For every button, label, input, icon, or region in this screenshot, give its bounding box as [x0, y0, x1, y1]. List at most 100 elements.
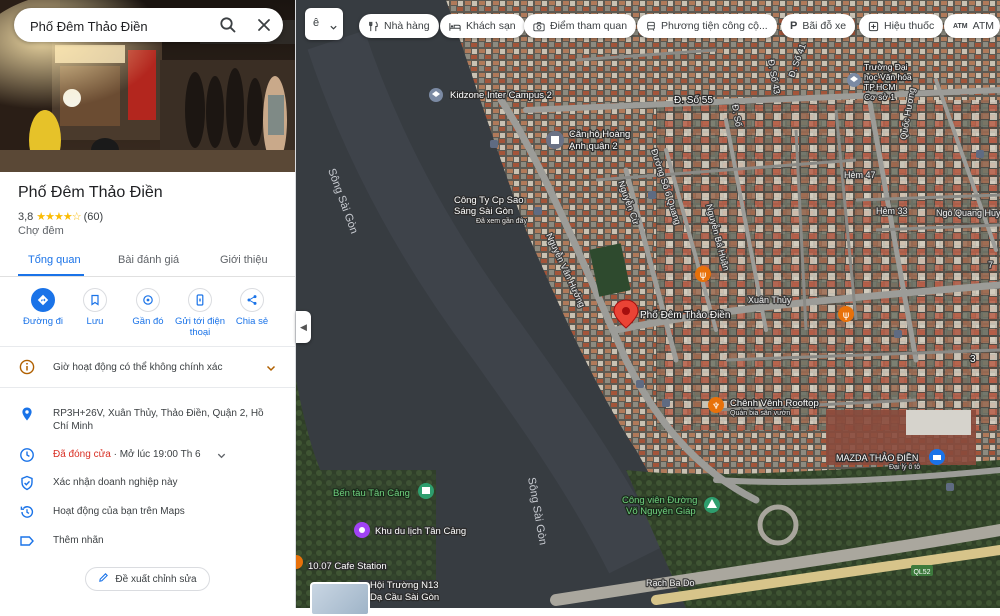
search-icon[interactable]	[218, 15, 238, 35]
map-label-road-hem47: Hẻm 47	[844, 170, 876, 180]
save-label: Lưu	[86, 316, 104, 327]
chevron-down-icon	[265, 361, 277, 379]
map-label-canho-line2[interactable]: Anh quận 2	[568, 140, 619, 154]
chip-pharmacy[interactable]: Hiệu thuốc	[859, 14, 944, 38]
map-label-congty-line2[interactable]: Sáng Sài Gòn	[453, 205, 515, 219]
attraction-marker-icon[interactable]	[354, 522, 370, 538]
map-label-road-rachbado: Rạch Ba Do	[646, 578, 695, 588]
chip-attractions[interactable]: Điểm tham quan	[524, 14, 637, 38]
map-label-mazda-line1[interactable]: MAZDA THẢO ĐIỀN	[835, 451, 920, 465]
map-label-chenhvenh-line2: Quán bia sân vườn	[730, 410, 790, 417]
nearby-label: Gần đó	[132, 316, 164, 327]
hours-warning-row[interactable]: Giờ hoạt động có thể không chính xác	[0, 355, 295, 381]
map-label-mazda-line2: Đại lý ô tô	[889, 464, 920, 471]
school-marker-icon[interactable]	[429, 88, 443, 102]
park-marker-icon[interactable]	[704, 497, 720, 513]
map-label-truong-line1[interactable]: Trường Đại	[863, 61, 909, 74]
chip-hotels[interactable]: Khách sạn	[440, 14, 525, 38]
svg-text:♆: ♆	[712, 402, 720, 412]
chevron-down-icon	[216, 448, 227, 466]
bookmark-icon	[83, 288, 107, 312]
map-label-khudulich[interactable]: Khu du lịch Tân Cảng	[374, 525, 468, 539]
map-label-congty-recent: Đã xem gần đây	[476, 216, 527, 225]
bar-marker-icon[interactable]: ♆	[708, 397, 724, 413]
chip-transit[interactable]: Phương tiện công cộ...	[637, 14, 777, 38]
maps-activity-text: Hoạt động của bạn trên Maps	[53, 506, 185, 517]
school-marker-icon[interactable]	[847, 73, 861, 87]
map-label-hoitruong-line2[interactable]: Dạ Cầu Sài Gòn	[369, 591, 441, 605]
atm-icon: ATM	[953, 22, 968, 30]
camera-icon	[533, 21, 545, 31]
review-count[interactable]: (60)	[84, 211, 104, 223]
tab-overview[interactable]: Tổng quan	[28, 254, 81, 266]
map-label-truong-line2[interactable]: học Văn hóa	[863, 71, 914, 84]
claim-business-text: Xác nhận doanh nghiệp này	[53, 477, 178, 488]
collapse-panel-button[interactable]: ◀	[296, 311, 311, 343]
map-label-congty-line1[interactable]: Công Ty Cp Sao	[453, 194, 525, 208]
suggest-edit-label: Đề xuất chỉnh sửa	[115, 573, 197, 585]
map-label-hoitruong-line1[interactable]: Hội Trường N13	[369, 579, 440, 593]
chip-label: Bãi đỗ xe	[802, 20, 847, 32]
section-divider	[0, 387, 295, 388]
map-label-cafe[interactable]: 10.07 Cafe Station	[307, 560, 388, 574]
map-label-road-ngoquanghuy: Ngô Quang Huy	[936, 208, 1000, 218]
search-input[interactable]	[28, 15, 212, 37]
add-label-text: Thêm nhãn	[53, 535, 104, 546]
map-label-congvien-line1[interactable]: Công viên Đường	[621, 494, 699, 508]
satellite-map[interactable]: Kidzone Inter Campus 2 Đ. Số 55 Căn hộ H…	[296, 0, 1000, 608]
chip-restaurants[interactable]: Nhà hàng	[359, 14, 439, 38]
place-category[interactable]: Chợ đêm	[18, 225, 64, 237]
map-label-truong-line4[interactable]: Cơ sở 1	[863, 91, 897, 104]
map-label-road-hem33: Hẻm 33	[876, 206, 908, 216]
parking-icon: P	[790, 20, 798, 32]
map-label-bentau[interactable]: Bến tàu Tân Cảng	[332, 487, 411, 501]
map-label-truong-line3[interactable]: TP.HCM	[863, 81, 897, 94]
chip-atm[interactable]: ATM ATM	[944, 14, 1000, 38]
share-button[interactable]: Chia sẻ	[223, 288, 281, 327]
map-label-selected-place[interactable]: Phố Đêm Thảo Điền	[639, 308, 732, 323]
tab-about[interactable]: Giới thiệu	[220, 254, 268, 266]
hours-row[interactable]: Đã đóng cửa · Mở lúc 19:00 Th 6	[0, 446, 295, 464]
share-icon	[240, 288, 264, 312]
pencil-icon	[98, 572, 109, 586]
nearby-icon	[136, 288, 160, 312]
send-to-phone-label: Gửi tới điện thoại	[174, 316, 226, 338]
send-to-phone-button[interactable]: Gửi tới điện thoại	[171, 288, 229, 338]
map-canvas[interactable]: Kidzone Inter Campus 2 Đ. Số 55 Căn hộ H…	[296, 0, 1000, 608]
maps-activity-row[interactable]: Hoạt động của bạn trên Maps	[0, 503, 295, 521]
add-label-row[interactable]: Thêm nhãn	[0, 532, 295, 550]
send-to-phone-icon	[188, 288, 212, 312]
nearby-button[interactable]: Gần đó	[119, 288, 177, 327]
ferry-marker-icon[interactable]	[418, 483, 434, 499]
map-label-kidzone[interactable]: Kidzone Inter Campus 2	[449, 89, 553, 103]
map-label-congvien-line2[interactable]: Võ Nguyên Giáp	[625, 505, 697, 519]
verified-shield-icon	[19, 475, 35, 491]
address-row[interactable]: RP3H+26V, Xuân Thủy, Thảo Điền, Quận 2, …	[0, 405, 295, 435]
map-layers-button[interactable]: ê	[305, 8, 343, 40]
hours-warning-text: Giờ hoạt động có thể không chính xác	[53, 362, 223, 373]
history-icon	[19, 504, 35, 520]
claim-business-row[interactable]: Xác nhận doanh nghiệp này	[0, 474, 295, 492]
car-dealer-marker-icon[interactable]	[929, 449, 945, 465]
tab-reviews[interactable]: Bài đánh giá	[118, 254, 179, 266]
highway-shield-ql52: QL52	[911, 565, 933, 576]
save-button[interactable]: Lưu	[66, 288, 124, 327]
building-marker-icon[interactable]	[546, 131, 564, 149]
place-tabs: Tổng quan Bài đánh giá Giới thiệu	[0, 246, 295, 277]
restaurant-marker-icon[interactable]: ψ	[695, 266, 711, 282]
chip-label: Điểm tham quan	[550, 20, 628, 32]
directions-button[interactable]: Đường đi	[14, 288, 72, 327]
layer-preview-thumbnail[interactable]	[310, 582, 370, 616]
chip-label: Hiệu thuốc	[884, 20, 935, 32]
section-divider	[0, 346, 295, 347]
restaurant-marker-icon[interactable]: ψ	[838, 306, 854, 322]
chip-parking[interactable]: P Bãi đỗ xe	[781, 14, 856, 38]
location-pin-icon	[19, 406, 35, 422]
star-rating-icon: ★★★★☆	[36, 211, 81, 223]
place-rating[interactable]: 3,8 ★★★★☆ (60)	[18, 210, 104, 224]
close-icon[interactable]	[254, 15, 274, 35]
map-label-canho-line1[interactable]: Căn hộ Hoàng	[568, 128, 632, 142]
search-box	[14, 8, 283, 42]
map-label-chenhvenh-line1[interactable]: Chênh Vênh Rooftop	[729, 397, 820, 411]
suggest-edit-button[interactable]: Đề xuất chỉnh sửa	[85, 567, 210, 591]
